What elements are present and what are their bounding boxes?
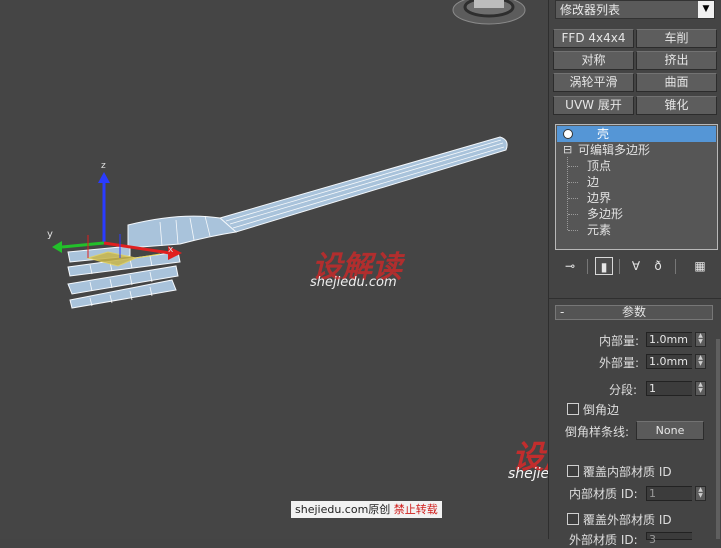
modifier-stack: 壳 ⊟ 可编辑多边形 顶点 边 边界 多边形 元素 [555, 124, 718, 250]
taper-button[interactable]: 锥化 [636, 96, 717, 115]
inner-amount-label: 内部量: [598, 334, 639, 348]
modifier-list-label: 修改器列表 [560, 3, 621, 17]
tree-branch [568, 214, 578, 215]
divider [619, 259, 620, 274]
copyright-site: shejiedu.com原创 [295, 503, 391, 516]
extrude-button[interactable]: 挤出 [636, 51, 717, 70]
collapse-icon[interactable]: ⊟ [563, 142, 572, 158]
segments-spinner[interactable]: ▲ ▼ [695, 381, 706, 396]
rollout-header[interactable]: - 参数 [555, 305, 713, 320]
stack-toolbar: ⊸ ▮ ∀ ð ▦ [557, 257, 717, 277]
segments-input[interactable]: 1 [646, 381, 692, 396]
turbosmooth-button[interactable]: 涡轮平滑 [553, 73, 634, 92]
collapse-rollout-icon[interactable]: - [560, 306, 564, 319]
watermark-url-lower: shejiedu.com [508, 466, 548, 482]
bevel-spline-label: 倒角样条线: [565, 425, 630, 439]
subobject-edge[interactable]: 边 [587, 174, 599, 190]
bevel-spline-button[interactable]: None [636, 421, 704, 440]
bevel-edges-checkbox[interactable] [567, 403, 579, 415]
bevel-edges-label: 倒角边 [583, 403, 620, 417]
copyright-warning: 禁止转载 [393, 503, 438, 516]
subobject-polygon[interactable]: 多边形 [587, 206, 623, 222]
override-outer-matid-label: 覆盖外部材质 ID [583, 513, 672, 527]
tree-branch [568, 230, 578, 231]
subobject-vertex[interactable]: 顶点 [587, 158, 611, 174]
modify-panel: 修改器列表 ▼ FFD 4x4x4 车削 对称 挤出 涡轮平滑 曲面 UVW 展… [548, 0, 721, 547]
outer-matid-label: 外部材质 ID: [569, 533, 638, 547]
inner-amount-input[interactable]: 1.0mm [646, 332, 692, 347]
stack-item-shell[interactable]: 壳 [557, 126, 716, 142]
outer-amount-label: 外部量: [598, 356, 639, 370]
outer-amount-input[interactable]: 1.0mm [646, 354, 692, 369]
modifier-list-dropdown[interactable]: 修改器列表 ▼ [555, 0, 715, 19]
viewcube-icon [452, 0, 526, 25]
divider [675, 259, 676, 274]
rollout-title: 参数 [621, 305, 646, 319]
symmetry-button[interactable]: 对称 [553, 51, 634, 70]
watermark-url: shejiedu.com [310, 275, 397, 290]
inner-matid-spinner[interactable]: ▲ ▼ [695, 486, 706, 501]
surface-button[interactable]: 曲面 [636, 73, 717, 92]
chevron-down-icon[interactable]: ▼ [698, 1, 714, 18]
axis-label-x: x [168, 245, 174, 255]
configure-modifier-sets-icon[interactable]: ▦ [691, 257, 709, 275]
make-unique-icon[interactable]: ∀ [627, 257, 645, 275]
parameters-rollout: - 参数 内部量: 1.0mm ▲ ▼ 外部量: 1.0mm ▲ ▼ 分段: 1 ▲… [549, 298, 721, 547]
tree-line [567, 157, 568, 230]
panel-scrollbar[interactable] [716, 339, 720, 539]
subobject-border[interactable]: 边界 [587, 190, 611, 206]
segments-label: 分段: [608, 383, 637, 397]
copyright-notice: shejiedu.com原创 禁止转载 [291, 501, 442, 518]
tree-branch [568, 166, 578, 167]
outer-amount-spinner[interactable]: ▲ ▼ [695, 354, 706, 369]
lathe-button[interactable]: 车削 [636, 29, 717, 48]
override-inner-matid-checkbox[interactable] [567, 465, 579, 477]
tree-branch [568, 198, 578, 199]
ffd-button[interactable]: FFD 4x4x4 [553, 29, 634, 48]
show-end-result-icon[interactable]: ▮ [595, 257, 613, 275]
tree-branch [568, 182, 578, 183]
axis-label-y: y [47, 229, 53, 240]
subobject-element[interactable]: 元素 [587, 222, 611, 238]
lightbulb-icon[interactable] [563, 129, 573, 139]
fork-mesh [52, 0, 526, 309]
uvw-unwrap-button[interactable]: UVW 展开 [553, 96, 634, 115]
inner-matid-label: 内部材质 ID: [569, 487, 638, 501]
stack-item-shell-label: 壳 [597, 127, 610, 141]
pin-stack-icon[interactable]: ⊸ [561, 257, 579, 275]
divider [587, 259, 588, 274]
inner-amount-spinner[interactable]: ▲ ▼ [695, 332, 706, 347]
axis-label-z: z [101, 161, 106, 171]
viewport-perspective[interactable]: z y x 设解读 shejiedu.com 设解读 shejiedu.com … [0, 0, 548, 539]
override-inner-matid-label: 覆盖内部材质 ID [583, 465, 672, 479]
inner-matid-input[interactable]: 1 [646, 486, 692, 501]
override-outer-matid-checkbox[interactable] [567, 513, 579, 525]
stack-item-editable-poly-label: 可编辑多边形 [578, 143, 651, 157]
remove-modifier-icon[interactable]: ð [649, 257, 667, 275]
